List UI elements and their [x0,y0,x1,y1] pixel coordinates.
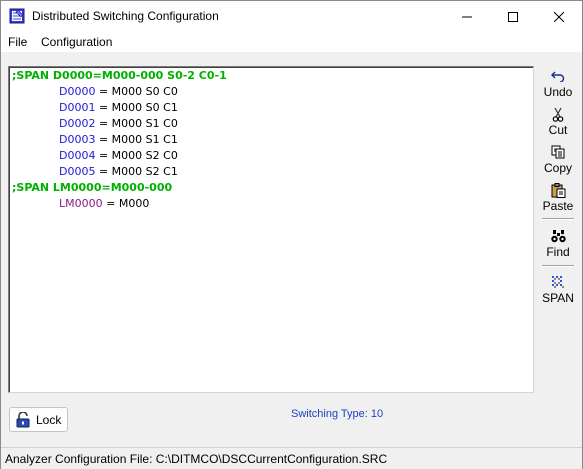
menu-bar: File Configuration [1,32,582,52]
paste-label: Paste [542,199,574,213]
definition-line: D0003 = M000 S1 C1 [59,132,178,148]
definition-name: D0001 [59,101,96,114]
span-line: ;SPAN LM0000=M000-000 [12,181,173,194]
copy-button[interactable]: Copy [538,144,578,175]
definition-value: = M000 S0 C1 [95,101,178,114]
span-button[interactable]: SPAN [538,274,578,305]
maximize-icon [508,11,518,22]
definition-line: D0002 = M000 S1 C0 [59,116,178,132]
configuration-editor[interactable]: ;SPAN D0000=M000-000 S0-2 C0-1 D0000 = M… [8,66,534,393]
definition-value: = M000 S2 C0 [95,149,178,162]
switching-type: Switching Type: 10 [291,408,383,420]
definition-line: D0000 = M000 S0 C0 [59,84,178,100]
definition-name: LM0000 [59,197,103,210]
definition-value: = M000 S2 C1 [95,165,178,178]
copy-label: Copy [543,161,572,175]
config-file-path: Analyzer Configuration File: C:\DITMCO\D… [5,452,388,466]
undo-label: Undo [543,85,573,99]
span-line: ;SPAN D0000=M000-000 S0-2 C0-1 [12,69,227,82]
undo-button[interactable]: Undo [538,68,578,99]
definition-value: = M000 [102,197,150,210]
paste-button[interactable]: Paste [538,182,578,213]
menu-configuration[interactable]: Configuration [41,35,112,49]
switching-type-label: Switching Type: [291,408,368,420]
switching-type-value: 10 [370,408,384,420]
close-icon [554,11,564,22]
definition-line: D0004 = M000 S2 C0 [59,148,178,164]
undo-icon [551,68,565,84]
find-label: Find [546,245,570,259]
definition-name: D0005 [59,165,96,178]
padlock-open-icon [16,410,30,428]
status-bar: Analyzer Configuration File: C:\DITMCO\D… [1,447,582,469]
definition-value: = M000 S0 C0 [95,85,178,98]
menu-file[interactable]: File [8,35,27,49]
definition-name: D0003 [59,133,96,146]
cut-label: Cut [548,123,568,137]
app-window: Distributed Switching Configuration File… [0,0,583,469]
title-bar[interactable]: Distributed Switching Configuration [1,1,582,32]
copy-icon [551,144,565,160]
lock-button[interactable]: Lock [9,407,68,432]
window-title: Distributed Switching Configuration [32,9,219,23]
toolbar-divider [542,265,574,267]
edit-toolbar: Undo Cut Copy Paste Find SPAN [538,66,578,316]
span-label: SPAN [542,291,574,305]
definition-name: D0000 [59,85,96,98]
scissors-icon [552,106,564,122]
definition-name: D0002 [59,117,96,130]
definition-line: D0005 = M000 S2 C1 [59,164,178,180]
definition-line: LM0000 = M000 [59,196,149,212]
definition-value: = M000 S1 C1 [95,133,178,146]
binoculars-icon [550,228,566,244]
close-button[interactable] [536,1,582,32]
definition-name: D0004 [59,149,96,162]
definition-line: D0001 = M000 S0 C1 [59,100,178,116]
toolbar-divider [542,218,574,220]
app-config-icon [9,8,25,24]
minimize-button[interactable] [444,1,490,32]
minimize-icon [462,16,472,17]
span-grid-icon [551,274,565,290]
cut-button[interactable]: Cut [538,106,578,137]
definition-value: = M000 S1 C0 [95,117,178,130]
find-button[interactable]: Find [538,228,578,259]
paste-icon [551,182,566,198]
maximize-button[interactable] [490,1,536,32]
lock-label: Lock [36,412,62,427]
